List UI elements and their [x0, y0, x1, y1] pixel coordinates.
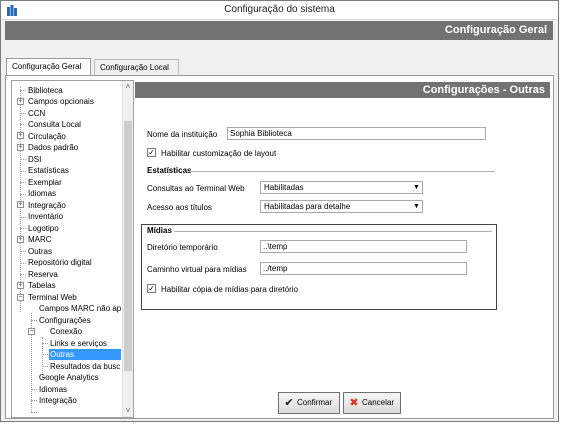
temp-dir-label: Diretório temporário — [147, 243, 218, 252]
media-heading: Mídias — [147, 226, 172, 235]
checkmark-icon: ✔ — [284, 397, 294, 409]
confirm-button[interactable]: ✔ Confirmar — [278, 392, 340, 414]
tree-item-marc[interactable]: MARC — [28, 234, 52, 245]
tree-item-integracao[interactable]: Integração — [28, 200, 66, 211]
tree-item-outras[interactable]: Outras — [28, 246, 52, 257]
copy-media-checkbox[interactable]: ✓ — [147, 284, 156, 293]
tree-item-resultados-busca[interactable]: Resultados da busc — [50, 361, 120, 372]
tree-item-biblioteca[interactable]: Biblioteca — [28, 85, 63, 96]
scroll-up-icon[interactable]: ˄ — [123, 81, 133, 93]
expand-icon[interactable]: + — [17, 144, 24, 151]
expand-icon[interactable]: + — [17, 282, 24, 289]
web-queries-value: Habilitadas — [264, 183, 304, 192]
tree-item-ccn[interactable]: CCN — [28, 108, 45, 119]
titles-access-select[interactable]: Habilitadas para detalhe ▼ — [260, 200, 423, 213]
section-title: Configurações - Outras — [422, 84, 545, 96]
institution-label: Nome da instituição — [147, 130, 218, 139]
tree-scrollbar[interactable]: ˄ ˅ — [122, 81, 133, 417]
tree-item-consulta-local[interactable]: Consulta Local — [28, 119, 81, 130]
tree-item-idiomas[interactable]: Idiomas — [28, 188, 56, 199]
tab-configuracao-geral[interactable]: Configuração Geral — [6, 58, 91, 76]
tree-item-estatisticas[interactable]: Estatísticas — [28, 165, 69, 176]
tree-item-logotipo[interactable]: Logotipo — [28, 223, 59, 234]
section-banner: Configurações - Outras — [135, 82, 550, 98]
header-banner: Configuração Geral — [5, 21, 553, 40]
tree-item-outras-selected[interactable]: Outras — [49, 349, 121, 360]
tab-content-panel: + + + + + + − − Biblioteca Campos opcion… — [5, 75, 554, 419]
tree-item-terminal-web[interactable]: Terminal Web — [28, 292, 77, 303]
tree-item-tabelas[interactable]: Tabelas — [28, 280, 56, 291]
customize-layout-checkbox[interactable]: ✓ — [147, 148, 156, 157]
tab-configuracao-local[interactable]: Configuração Local — [94, 59, 179, 75]
temp-dir-input[interactable]: ..\temp — [260, 240, 467, 253]
institution-input[interactable]: Sophia Biblioteca — [227, 127, 486, 140]
dropdown-arrow-icon[interactable]: ▼ — [412, 202, 421, 211]
virtual-path-input[interactable]: ../temp — [260, 262, 467, 275]
customize-layout-label: Habilitar customização de layout — [161, 149, 277, 158]
cancel-button[interactable]: ✖ Cancelar — [343, 392, 401, 414]
tree-item-google-analytics[interactable]: Google Analytics — [39, 372, 99, 383]
tree-item-campos-opcionais[interactable]: Campos opcionais — [28, 96, 94, 107]
tree-item-reserva[interactable]: Reserva — [28, 269, 58, 280]
settings-tree[interactable]: + + + + + + − − Biblioteca Campos opcion… — [11, 80, 134, 418]
tree-item-dados-padrao[interactable]: Dados padrão — [28, 142, 78, 153]
titles-access-value: Habilitadas para detalhe — [264, 202, 351, 211]
collapse-icon[interactable]: − — [28, 328, 35, 335]
tree-item-dsi[interactable]: DSI — [28, 154, 41, 165]
tree-item-links-servicos[interactable]: Links e serviços — [50, 338, 107, 349]
tree-item-conexao[interactable]: Conexão — [50, 326, 82, 337]
dropdown-arrow-icon[interactable]: ▼ — [412, 183, 421, 192]
scroll-down-icon[interactable]: ˅ — [123, 405, 133, 417]
expand-icon[interactable]: + — [17, 201, 24, 208]
tree-item-configuracoes[interactable]: Configurações — [39, 315, 91, 326]
tree-item-campos-marc[interactable]: Campos MARC não ap — [39, 303, 121, 314]
cancel-label: Cancelar — [362, 398, 395, 407]
title-bar: Configuração do sistema — [1, 1, 558, 20]
config-window: Configuração do sistema Configuração Ger… — [0, 0, 559, 422]
expand-icon[interactable]: + — [17, 236, 24, 243]
cancel-x-icon: ✖ — [349, 397, 359, 409]
tree-item-integracao-web[interactable]: Integração — [39, 395, 77, 406]
copy-media-label: Habilitar cópia de mídias para diretório — [161, 285, 298, 294]
virtual-path-label: Caminho virtual para mídias — [147, 265, 247, 274]
expand-icon[interactable]: + — [17, 98, 24, 105]
window-title: Configuração do sistema — [224, 4, 335, 15]
header-title: Configuração Geral — [444, 24, 547, 36]
confirm-label: Confirmar — [297, 398, 333, 407]
tree-item-idiomas-web[interactable]: Idiomas — [39, 384, 67, 395]
tree-item-circulacao[interactable]: Circulação — [28, 131, 66, 142]
tree-item-inventario[interactable]: Inventário — [28, 211, 63, 222]
titles-access-label: Acesso aos títulos — [147, 203, 212, 212]
expand-icon[interactable]: + — [17, 132, 24, 139]
collapse-icon[interactable]: − — [17, 294, 24, 301]
tree-item-repositorio-digital[interactable]: Repositório digital — [28, 257, 92, 268]
web-queries-label: Consultas ao Terminal Web — [147, 184, 245, 193]
web-queries-select[interactable]: Habilitadas ▼ — [260, 181, 423, 194]
scroll-thumb[interactable] — [124, 121, 132, 371]
tree-item-exemplar[interactable]: Exemplar — [28, 177, 62, 188]
stats-heading: Estatísticas — [147, 166, 192, 175]
